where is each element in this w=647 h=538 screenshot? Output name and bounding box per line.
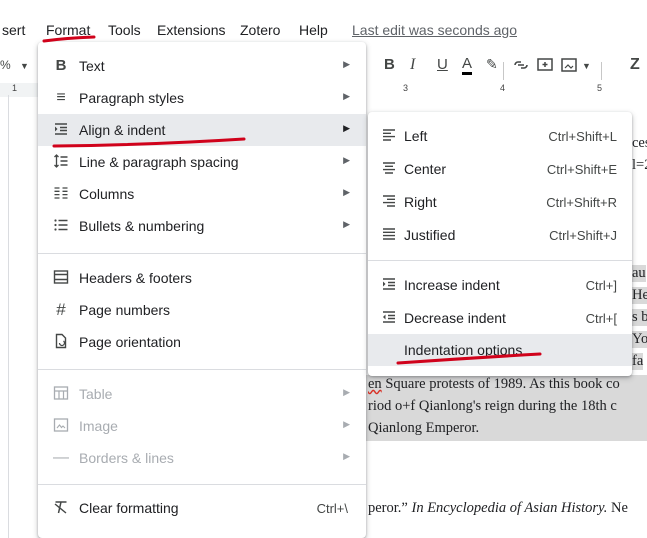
annotation-underline-format (42, 35, 96, 43)
annotation-underline-indentation-options (396, 352, 542, 365)
annotation-overlay (42, 35, 542, 365)
annotation-underline-align-indent (52, 137, 246, 148)
